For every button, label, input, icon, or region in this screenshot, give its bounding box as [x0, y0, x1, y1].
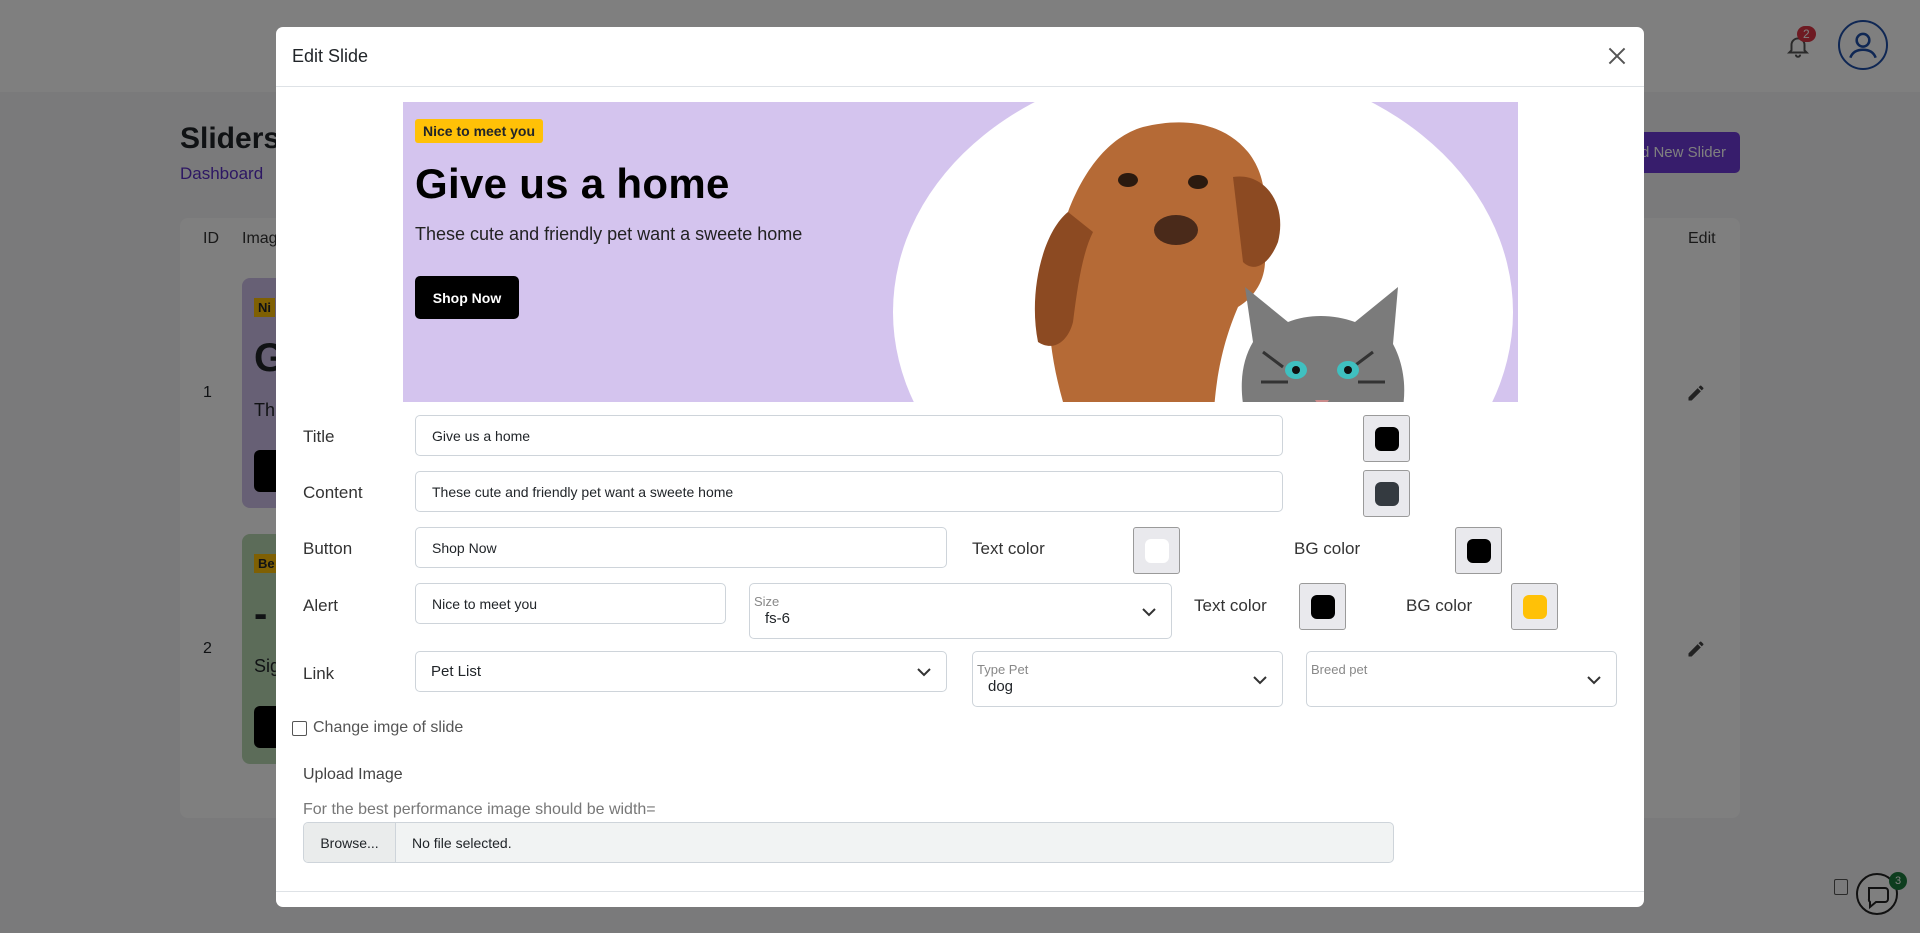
- chevron-down-icon: [917, 668, 931, 677]
- breed-pet-label: Breed pet: [1311, 662, 1368, 677]
- link-label: Link: [303, 664, 335, 683]
- modal-footer-divider: [276, 891, 1644, 892]
- upload-image-label: Upload Image: [303, 766, 403, 783]
- upload-hint: For the best performance image should be…: [303, 801, 656, 818]
- chevron-down-icon: [1142, 608, 1156, 617]
- alert-label: Alert: [303, 596, 338, 615]
- alert-input[interactable]: Nice to meet you: [415, 583, 726, 624]
- preview-shop-button: Shop Now: [415, 276, 519, 319]
- button-text-color-label: Text color: [972, 539, 1045, 558]
- edit-slide-modal: Edit Slide Nice to meet you Give us a ho…: [276, 27, 1644, 907]
- size-select[interactable]: Size fs-6: [749, 583, 1172, 639]
- button-text-color-picker[interactable]: [1133, 527, 1180, 574]
- preview-title: Give us a home: [415, 160, 730, 207]
- type-pet-value: dog: [988, 678, 1014, 695]
- content-input[interactable]: These cute and friendly pet want a sweet…: [415, 471, 1283, 512]
- preview-alert-badge: Nice to meet you: [415, 119, 544, 143]
- alert-text-color-picker[interactable]: [1299, 583, 1346, 630]
- content-label: Content: [303, 483, 363, 502]
- type-pet-select[interactable]: Type Pet dog: [972, 651, 1283, 707]
- modal-title: Edit Slide: [292, 46, 369, 66]
- change-image-checkbox[interactable]: [292, 720, 307, 736]
- browse-button[interactable]: Browse...: [304, 823, 396, 862]
- button-bg-color-picker[interactable]: [1455, 527, 1502, 574]
- preview-content: These cute and friendly pet want a sweet…: [415, 224, 803, 244]
- size-select-label: Size: [754, 594, 780, 609]
- alert-bg-color-label: BG color: [1406, 596, 1473, 615]
- content-color-picker[interactable]: [1363, 470, 1410, 517]
- title-color-picker[interactable]: [1363, 415, 1410, 462]
- modal-header: Edit Slide: [276, 27, 1644, 87]
- file-status: No file selected.: [412, 834, 512, 851]
- slide-preview: Nice to meet you Give us a home These cu…: [403, 102, 1518, 402]
- file-input[interactable]: Browse... No file selected.: [303, 822, 1394, 863]
- chevron-down-icon: [1253, 676, 1267, 685]
- title-input[interactable]: Give us a home: [415, 415, 1283, 456]
- close-icon[interactable]: [1604, 43, 1630, 69]
- link-select-value: Pet List: [431, 663, 482, 680]
- title-label: Title: [303, 427, 335, 446]
- size-select-value: fs-6: [765, 610, 791, 627]
- button-label: Button: [303, 539, 353, 558]
- alert-bg-color-picker[interactable]: [1511, 583, 1558, 630]
- type-pet-label: Type Pet: [977, 662, 1029, 677]
- chevron-down-icon: [1587, 676, 1601, 685]
- link-select[interactable]: Pet List: [415, 651, 947, 692]
- change-image-label[interactable]: Change imge of slide: [313, 719, 463, 737]
- change-image-row: Change imge of slide: [292, 719, 463, 737]
- button-text-input[interactable]: Shop Now: [415, 527, 947, 568]
- alert-text-color-label: Text color: [1194, 596, 1267, 615]
- pet-image: [893, 102, 1513, 402]
- button-bg-color-label: BG color: [1294, 539, 1361, 558]
- breed-pet-select[interactable]: Breed pet: [1306, 651, 1617, 707]
